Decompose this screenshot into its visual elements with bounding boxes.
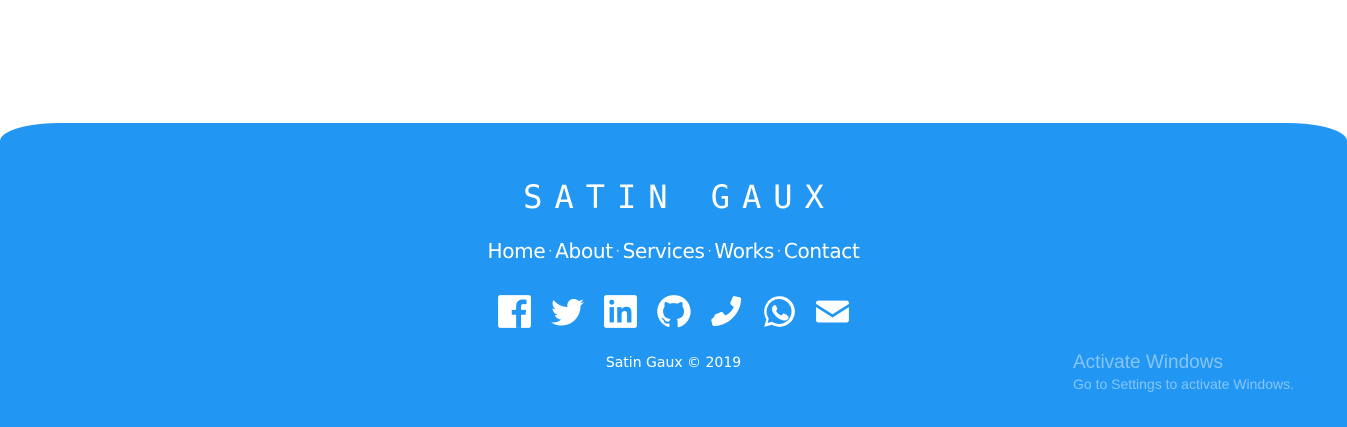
logo: SATIN GAUX bbox=[523, 178, 836, 216]
nav-separator: · bbox=[615, 244, 620, 258]
nav-home[interactable]: Home bbox=[487, 239, 545, 263]
envelope-icon[interactable] bbox=[815, 294, 850, 329]
whatsapp-icon[interactable] bbox=[762, 294, 797, 329]
github-icon[interactable] bbox=[656, 294, 691, 329]
windows-activation-watermark: Activate Windows Go to Settings to activ… bbox=[1073, 352, 1294, 394]
nav-works[interactable]: Works bbox=[714, 239, 774, 263]
nav-contact[interactable]: Contact bbox=[784, 239, 860, 263]
nav-about[interactable]: About bbox=[555, 239, 613, 263]
twitter-icon[interactable] bbox=[550, 294, 585, 329]
linkedin-icon[interactable] bbox=[603, 294, 638, 329]
nav-separator: · bbox=[776, 244, 781, 258]
nav-services[interactable]: Services bbox=[623, 239, 705, 263]
footer-nav: Home · About · Services · Works · Contact bbox=[0, 238, 1347, 264]
facebook-icon[interactable] bbox=[497, 294, 532, 329]
watermark-subtitle: Go to Settings to activate Windows. bbox=[1073, 376, 1294, 392]
nav-separator: · bbox=[707, 244, 712, 258]
phone-icon[interactable] bbox=[709, 294, 744, 329]
watermark-title: Activate Windows bbox=[1073, 352, 1223, 373]
social-links bbox=[0, 294, 1347, 329]
nav-separator: · bbox=[548, 244, 553, 258]
